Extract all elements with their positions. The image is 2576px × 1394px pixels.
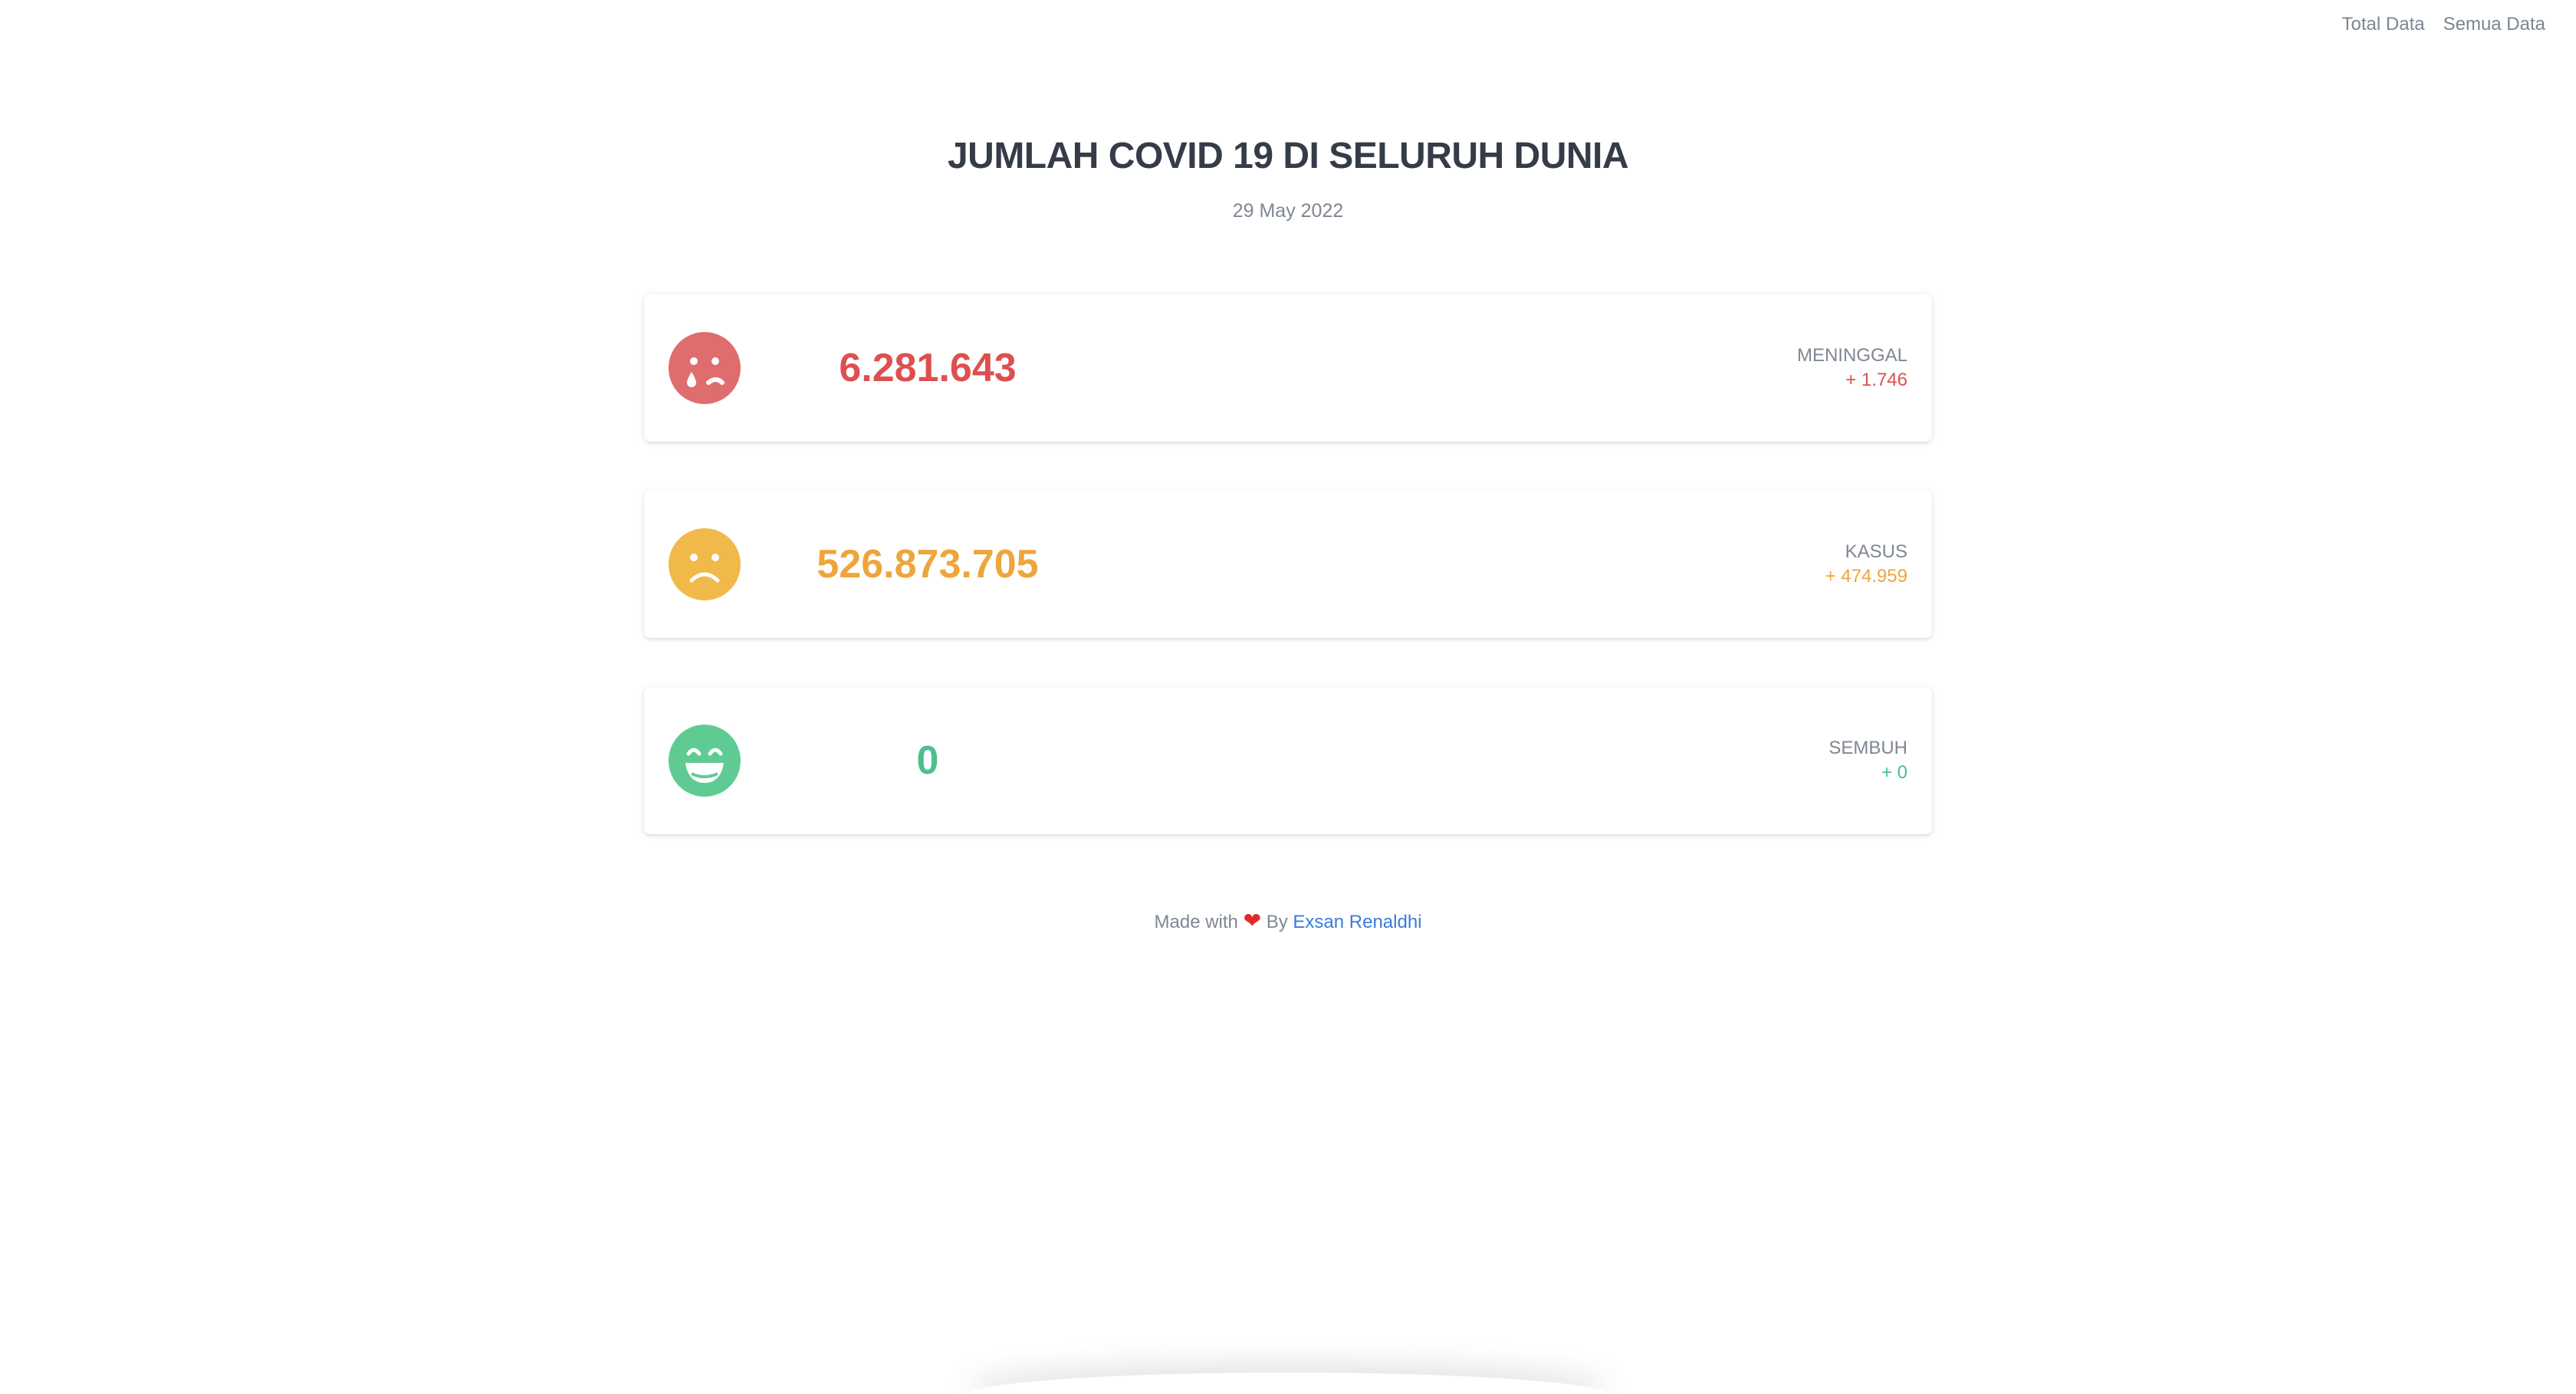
card-meta: SEMBUH + 0 [1829,736,1907,785]
nav-semua-data-link[interactable]: Semua Data [2443,14,2545,35]
card-meta: MENINGGAL + 1.746 [1797,344,1907,393]
card-delta: + 0 [1881,762,1907,783]
heart-icon: ❤ [1243,909,1262,932]
author-link[interactable]: Exsan Renaldhi [1293,912,1421,932]
card-value: 526.873.705 [816,542,1039,587]
card-delta: + 1.746 [1845,370,1907,390]
card-sembuh: 0 SEMBUH + 0 [644,687,1932,834]
footer-prefix: Made with [1154,912,1238,932]
card-label: MENINGGAL [1796,345,1907,366]
page-title: JUMLAH COVID 19 DI SELURUH DUNIA [947,136,1629,176]
top-nav: Total Data Semua Data [2342,14,2545,35]
grin-icon [669,725,741,797]
card-label: KASUS [1845,541,1907,562]
card-value: 6.281.643 [839,346,1017,390]
card-delta: + 474.959 [1825,566,1907,587]
footer: Made with ❤ By Exsan Renaldhi [0,908,2576,933]
page-header: JUMLAH COVID 19 DI SELURUH DUNIA 29 May … [0,135,2576,222]
page-date: 29 May 2022 [1232,200,1344,222]
footer-by: By [1266,912,1288,932]
nav-total-data-link[interactable]: Total Data [2342,14,2425,35]
stats-cards: 6.281.643 MENINGGAL + 1.746 526.873.705 … [644,294,1932,883]
card-value: 0 [916,738,939,783]
card-meta: KASUS + 474.959 [1825,540,1907,589]
sad-tear-icon [669,332,741,404]
bottom-shadow [966,1373,1610,1394]
card-meninggal: 6.281.643 MENINGGAL + 1.746 [644,294,1932,442]
card-label: SEMBUH [1829,738,1907,758]
frown-icon [669,528,741,600]
card-kasus: 526.873.705 KASUS + 474.959 [644,491,1932,638]
